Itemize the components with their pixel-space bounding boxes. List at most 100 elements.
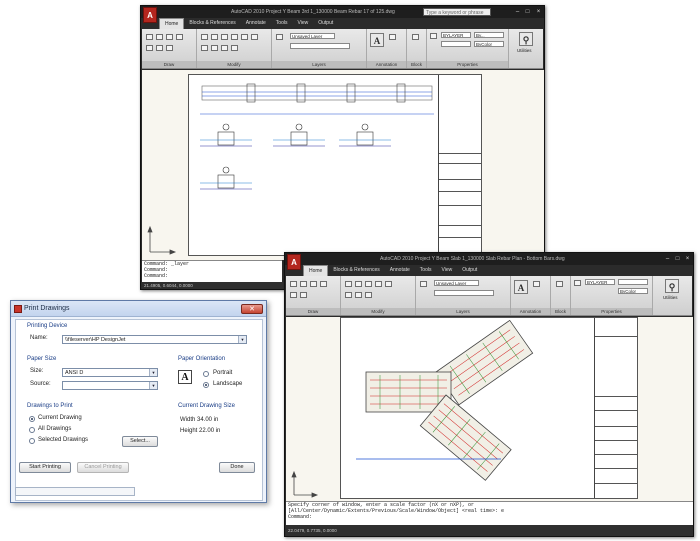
current-drawing-radio[interactable] (29, 416, 35, 422)
tab-home[interactable]: Home (303, 265, 329, 276)
arc-tool[interactable] (320, 281, 327, 287)
dropdown-arrow-icon[interactable]: ▼ (149, 382, 157, 389)
scale-tool[interactable] (355, 292, 362, 298)
tab-tools[interactable]: Tools (271, 18, 293, 29)
rectangle-tool[interactable] (290, 292, 297, 298)
polyline-tool[interactable] (156, 34, 163, 40)
layer-dropdown[interactable]: Unsaved Layer (434, 280, 479, 286)
close-icon[interactable]: ✕ (241, 304, 263, 314)
layer-state-dropdown[interactable] (290, 43, 350, 49)
rotate-tool[interactable] (211, 34, 218, 40)
dialog-title-bar[interactable]: Print Drawings ✕ (11, 301, 266, 317)
block-panel-label[interactable]: Block (407, 61, 426, 68)
modify-panel-label[interactable]: Modify (197, 61, 271, 68)
utilities-label[interactable]: Utilities (517, 48, 532, 54)
tab-annotate[interactable]: Annotate (385, 265, 415, 276)
mirror-tool[interactable] (385, 281, 392, 287)
top-command-line[interactable]: Command: _layer Command: Command: (142, 260, 282, 282)
landscape-label[interactable]: Landscape (213, 380, 242, 389)
lineweight-dropdown[interactable] (441, 41, 471, 47)
move-tool[interactable] (201, 34, 208, 40)
plotstyle-dropdown[interactable]: ByColor (474, 41, 504, 47)
top-search-input[interactable]: Type a keyword or phrase (423, 8, 491, 16)
layer-properties-tool[interactable] (276, 34, 283, 40)
dropdown-arrow-icon[interactable]: ▼ (149, 369, 157, 376)
linetype-dropdown[interactable] (618, 279, 648, 285)
hatch-tool[interactable] (300, 292, 307, 298)
line-tool[interactable] (146, 34, 153, 40)
dimension-tool[interactable] (533, 281, 540, 287)
color-dropdown[interactable]: BYLAYER (441, 32, 471, 38)
ellipse-tool[interactable] (166, 45, 173, 51)
annotation-panel-label[interactable]: Annotation (367, 61, 406, 68)
line-tool[interactable] (290, 281, 297, 287)
utilities-icon[interactable]: ⚲ (519, 32, 533, 46)
draw-panel-label[interactable]: Draw (286, 308, 340, 315)
properties-panel-label[interactable]: Properties (427, 61, 508, 68)
array-tool[interactable] (365, 292, 372, 298)
start-printing-button[interactable]: Start Printing (19, 462, 71, 473)
stretch-tool[interactable] (345, 292, 352, 298)
paper-source-select[interactable]: ▼ (62, 381, 158, 390)
maximize-icon[interactable]: □ (673, 255, 682, 263)
draw-panel-label[interactable]: Draw (142, 61, 196, 68)
layer-dropdown[interactable]: Unsaved Layer (290, 33, 335, 39)
printer-name-select[interactable]: \\fileserver\HP DesignJet ▼ (62, 335, 247, 344)
dropdown-arrow-icon[interactable]: ▼ (238, 336, 246, 343)
arc-tool[interactable] (176, 34, 183, 40)
hatch-tool[interactable] (156, 45, 163, 51)
rectangle-tool[interactable] (146, 45, 153, 51)
erase-tool[interactable] (231, 45, 238, 51)
rotate-tool[interactable] (355, 281, 362, 287)
layer-properties-tool[interactable] (420, 281, 427, 287)
tab-output[interactable]: Output (313, 18, 338, 29)
paper-size-select[interactable]: ANSI D ▼ (62, 368, 158, 377)
dimension-tool[interactable] (389, 34, 396, 40)
text-tool-icon[interactable]: A (514, 280, 528, 294)
trim-tool[interactable] (221, 34, 228, 40)
copy-tool[interactable] (231, 34, 238, 40)
tab-output[interactable]: Output (457, 265, 482, 276)
move-tool[interactable] (345, 281, 352, 287)
tab-tools[interactable]: Tools (415, 265, 437, 276)
utilities-label[interactable]: Utilities (663, 295, 678, 301)
text-tool-icon[interactable]: A (370, 33, 384, 47)
layer-state-dropdown[interactable] (434, 290, 494, 296)
tab-view[interactable]: View (436, 265, 457, 276)
close-icon[interactable]: × (683, 255, 692, 263)
plotstyle-dropdown[interactable]: ByColor (618, 288, 648, 294)
layers-panel-label[interactable]: Layers (272, 61, 366, 68)
insert-block-tool[interactable] (556, 281, 563, 287)
scale-tool[interactable] (211, 45, 218, 51)
circle-tool[interactable] (166, 34, 173, 40)
properties-panel-label[interactable]: Properties (571, 308, 652, 315)
bottom-command-line[interactable]: Specify corner of window, enter a scale … (286, 501, 693, 525)
close-icon[interactable]: × (534, 8, 543, 16)
selected-drawings-radio[interactable] (29, 438, 35, 444)
utilities-icon[interactable]: ⚲ (665, 279, 679, 293)
stretch-tool[interactable] (201, 45, 208, 51)
insert-block-tool[interactable] (412, 34, 419, 40)
copy-tool[interactable] (375, 281, 382, 287)
minimize-icon[interactable]: – (513, 8, 522, 16)
match-properties-tool[interactable] (574, 280, 581, 286)
annotation-panel-label[interactable]: Annotation (511, 308, 550, 315)
color-dropdown[interactable]: BYLAYER (585, 279, 615, 285)
array-tool[interactable] (221, 45, 228, 51)
bottom-drawing-area[interactable] (286, 317, 693, 501)
done-button[interactable]: Done (219, 462, 255, 473)
current-drawing-label[interactable]: Current Drawing (38, 414, 82, 423)
tab-view[interactable]: View (292, 18, 313, 29)
match-properties-tool[interactable] (430, 33, 437, 39)
minimize-icon[interactable]: – (663, 255, 672, 263)
cancel-printing-button[interactable]: Cancel Printing (77, 462, 129, 473)
tab-annotate[interactable]: Annotate (241, 18, 271, 29)
polyline-tool[interactable] (300, 281, 307, 287)
tab-blocks-references[interactable]: Blocks & References (328, 265, 384, 276)
circle-tool[interactable] (310, 281, 317, 287)
landscape-radio[interactable] (203, 382, 209, 388)
all-drawings-label[interactable]: All Drawings (38, 425, 71, 434)
fillet-tool[interactable] (251, 34, 258, 40)
tab-blocks-references[interactable]: Blocks & References (184, 18, 240, 29)
select-drawings-button[interactable]: Select... (122, 436, 158, 447)
